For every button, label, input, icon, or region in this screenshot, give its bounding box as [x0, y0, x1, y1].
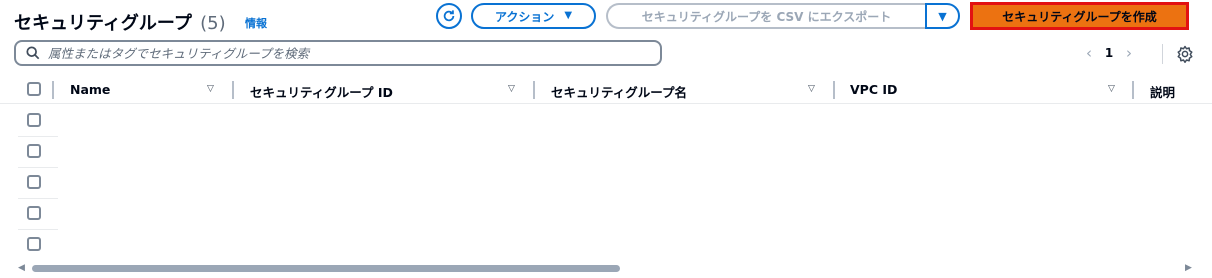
row-separator	[18, 198, 58, 199]
current-page[interactable]: 1	[1098, 46, 1120, 60]
row-separator	[18, 167, 58, 168]
create-label: セキュリティグループを作成	[1002, 9, 1157, 24]
sort-icon[interactable]: ▽	[207, 84, 214, 94]
caret-down-icon: ▼	[564, 10, 573, 21]
chevron-left-icon[interactable]: ‹	[1080, 44, 1098, 62]
row-checkbox[interactable]	[27, 237, 41, 251]
sort-icon[interactable]: ▽	[1108, 84, 1115, 94]
row-separator	[18, 136, 58, 137]
pagination: ‹ 1 ›	[1080, 42, 1138, 64]
select-all-checkbox[interactable]	[27, 82, 41, 96]
table-header: Name ▽ セキュリティグループ ID ▽ セキュリティグループ名 ▽ VPC…	[0, 76, 1212, 104]
column-divider[interactable]	[533, 81, 535, 99]
page-title-text: セキュリティグループ	[14, 13, 192, 34]
refresh-icon	[443, 10, 455, 22]
row-checkbox[interactable]	[27, 113, 41, 127]
refresh-button[interactable]	[436, 3, 462, 29]
item-count: (5)	[200, 13, 226, 34]
caret-down-icon: ▼	[938, 9, 947, 23]
info-link[interactable]: 情報	[245, 15, 267, 31]
column-divider	[52, 81, 54, 99]
scrollbar-thumb[interactable]	[32, 265, 620, 272]
row-separator	[18, 229, 58, 230]
sort-icon[interactable]: ▽	[508, 84, 515, 94]
actions-label: アクション	[494, 9, 555, 24]
column-divider[interactable]	[232, 81, 234, 99]
export-dropdown-toggle[interactable]: ▼	[925, 3, 960, 29]
search-box[interactable]	[14, 40, 662, 66]
scroll-right-arrow-icon[interactable]: ▶	[1185, 263, 1192, 273]
chevron-right-icon[interactable]: ›	[1120, 44, 1138, 62]
column-divider[interactable]	[1132, 81, 1134, 99]
sort-icon[interactable]: ▽	[808, 84, 815, 94]
pager-divider	[1162, 44, 1163, 64]
export-label: セキュリティグループを CSV にエクスポート	[641, 9, 892, 24]
gear-icon[interactable]	[1176, 45, 1194, 67]
column-divider[interactable]	[833, 81, 835, 99]
export-csv-button[interactable]: セキュリティグループを CSV にエクスポート	[606, 3, 925, 29]
search-input[interactable]	[48, 45, 628, 61]
actions-dropdown-button[interactable]: アクション ▼	[471, 3, 596, 29]
column-header-sg-name[interactable]: セキュリティグループ名	[551, 82, 687, 101]
column-header-description[interactable]: 説明	[1150, 82, 1175, 101]
page-title: セキュリティグループ (5)	[14, 9, 226, 35]
row-checkbox[interactable]	[27, 144, 41, 158]
column-header-vpc-id[interactable]: VPC ID	[850, 82, 897, 97]
row-checkbox[interactable]	[27, 175, 41, 189]
row-checkbox[interactable]	[27, 206, 41, 220]
column-header-name[interactable]: Name	[70, 82, 110, 97]
scroll-left-arrow-icon[interactable]: ◀	[18, 263, 25, 273]
column-header-sg-id[interactable]: セキュリティグループ ID	[250, 82, 393, 101]
create-security-group-button[interactable]: セキュリティグループを作成	[970, 2, 1189, 30]
search-icon	[26, 46, 40, 60]
